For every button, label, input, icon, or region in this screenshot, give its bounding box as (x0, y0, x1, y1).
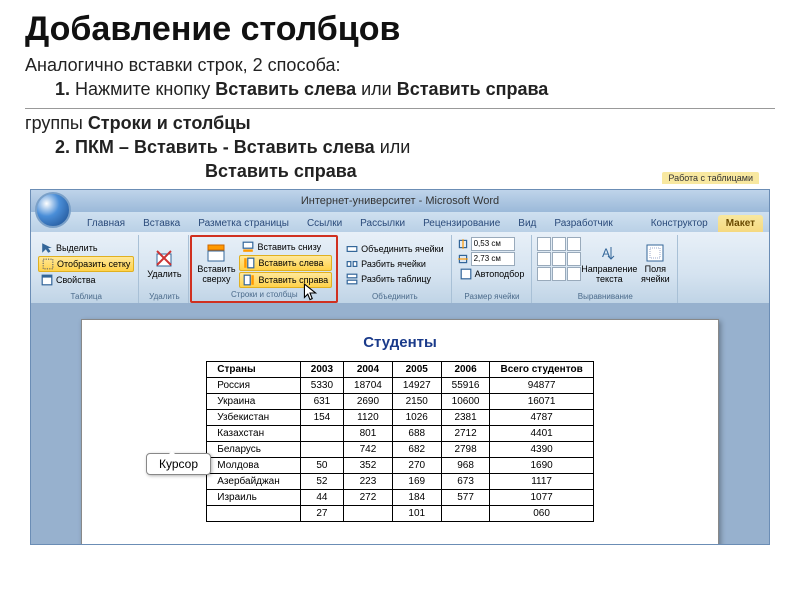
students-table[interactable]: Страны2003200420052006Всего студентов Ро… (206, 361, 593, 522)
ribbon: Выделить Отобразить сетку Свойства Табли… (31, 232, 769, 303)
document-page: Студенты Страны2003200420052006Всего сту… (81, 319, 719, 544)
window-titlebar: Интернет-университет - Microsoft Word Ра… (31, 190, 769, 212)
row-height-icon (457, 238, 469, 250)
text-direction-button[interactable]: A Направление текста (584, 237, 634, 290)
tab-developer[interactable]: Разработчик (546, 215, 620, 232)
row-height-input[interactable]: 0,53 см (471, 237, 515, 251)
group-alignment: A Направление текста Поля ячейки Выравни… (533, 235, 678, 303)
properties-button[interactable]: Свойства (38, 273, 134, 287)
table-header: 2004 (344, 362, 393, 378)
ribbon-tabs: Главная Вставка Разметка страницы Ссылки… (31, 212, 769, 232)
table-row[interactable]: Молдова503522709681690 (207, 458, 593, 474)
tab-references[interactable]: Ссылки (299, 215, 350, 232)
slide-title: Добавление столбцов (25, 10, 775, 49)
group-delete: Удалить Удалить (140, 235, 189, 303)
select-button[interactable]: Выделить (38, 241, 134, 255)
tab-design[interactable]: Конструктор (643, 215, 716, 232)
insert-above-button[interactable]: Вставить сверху (196, 239, 236, 288)
table-row[interactable]: 27101060 (207, 506, 593, 522)
tab-view[interactable]: Вид (510, 215, 544, 232)
table-row[interactable]: Азербайджан522231696731117 (207, 474, 593, 490)
align-ml[interactable] (537, 252, 551, 266)
merge-cells-button[interactable]: Объединить ячейки (343, 242, 446, 256)
cursor-callout: Курсор (146, 453, 211, 475)
tab-insert[interactable]: Вставка (135, 215, 188, 232)
context-tab-label: Работа с таблицами (662, 172, 759, 184)
delete-button[interactable]: Удалить (144, 237, 184, 290)
group-rows-columns: Вставить сверху Вставить снизу Вставить … (190, 235, 338, 303)
group-table: Выделить Отобразить сетку Свойства Табли… (34, 235, 139, 303)
table-header: Страны (207, 362, 301, 378)
align-mc[interactable] (552, 252, 566, 266)
col-width-input[interactable]: 2,73 см (471, 252, 515, 266)
col-width-icon (457, 253, 469, 265)
align-mr[interactable] (567, 252, 581, 266)
cursor-icon (302, 283, 318, 303)
insert-below-button[interactable]: Вставить снизу (239, 240, 332, 254)
group-merge: Объединить ячейки Разбить ячейки Разбить… (339, 235, 451, 303)
cell-margins-button[interactable]: Поля ячейки (637, 237, 673, 290)
split-table-button[interactable]: Разбить таблицу (343, 272, 446, 286)
svg-text:A: A (602, 246, 610, 260)
table-header: 2006 (441, 362, 490, 378)
table-row[interactable]: Узбекистан1541120102623814787 (207, 410, 593, 426)
align-br[interactable] (567, 267, 581, 281)
align-tr[interactable] (567, 237, 581, 251)
split-cells-button[interactable]: Разбить ячейки (343, 257, 446, 271)
document-area[interactable]: Студенты Страны2003200420052006Всего сту… (31, 303, 769, 544)
tab-review[interactable]: Рецензирование (415, 215, 508, 232)
group-cell-size: 0,53 см 2,73 см Автоподбор Размер ячейки (453, 235, 533, 303)
autofit-button[interactable]: Автоподбор (457, 267, 528, 281)
table-header: 2005 (392, 362, 441, 378)
tab-layout[interactable]: Макет (718, 215, 763, 232)
document-title: Студенты (122, 334, 678, 351)
table-row[interactable]: Израиль442721845771077 (207, 490, 593, 506)
table-row[interactable]: Беларусь74268227984390 (207, 442, 593, 458)
table-row[interactable]: Россия533018704149275591694877 (207, 378, 593, 394)
tab-home[interactable]: Главная (79, 215, 133, 232)
table-row[interactable]: Казахстан80168827124401 (207, 426, 593, 442)
slide-body-1: Аналогично вставки строк, 2 способа: 1. … (25, 53, 775, 109)
align-tc[interactable] (552, 237, 566, 251)
show-grid-button[interactable]: Отобразить сетку (38, 256, 134, 272)
tab-mailings[interactable]: Рассылки (352, 215, 413, 232)
align-tl[interactable] (537, 237, 551, 251)
insert-left-button[interactable]: Вставить слева (239, 255, 332, 271)
table-header: Всего студентов (490, 362, 593, 378)
tab-pagelayout[interactable]: Разметка страницы (190, 215, 297, 232)
align-bc[interactable] (552, 267, 566, 281)
word-window: Интернет-университет - Microsoft Word Ра… (30, 189, 770, 545)
table-header: 2003 (300, 362, 343, 378)
table-row[interactable]: Украина631269021501060016071 (207, 394, 593, 410)
align-bl[interactable] (537, 267, 551, 281)
